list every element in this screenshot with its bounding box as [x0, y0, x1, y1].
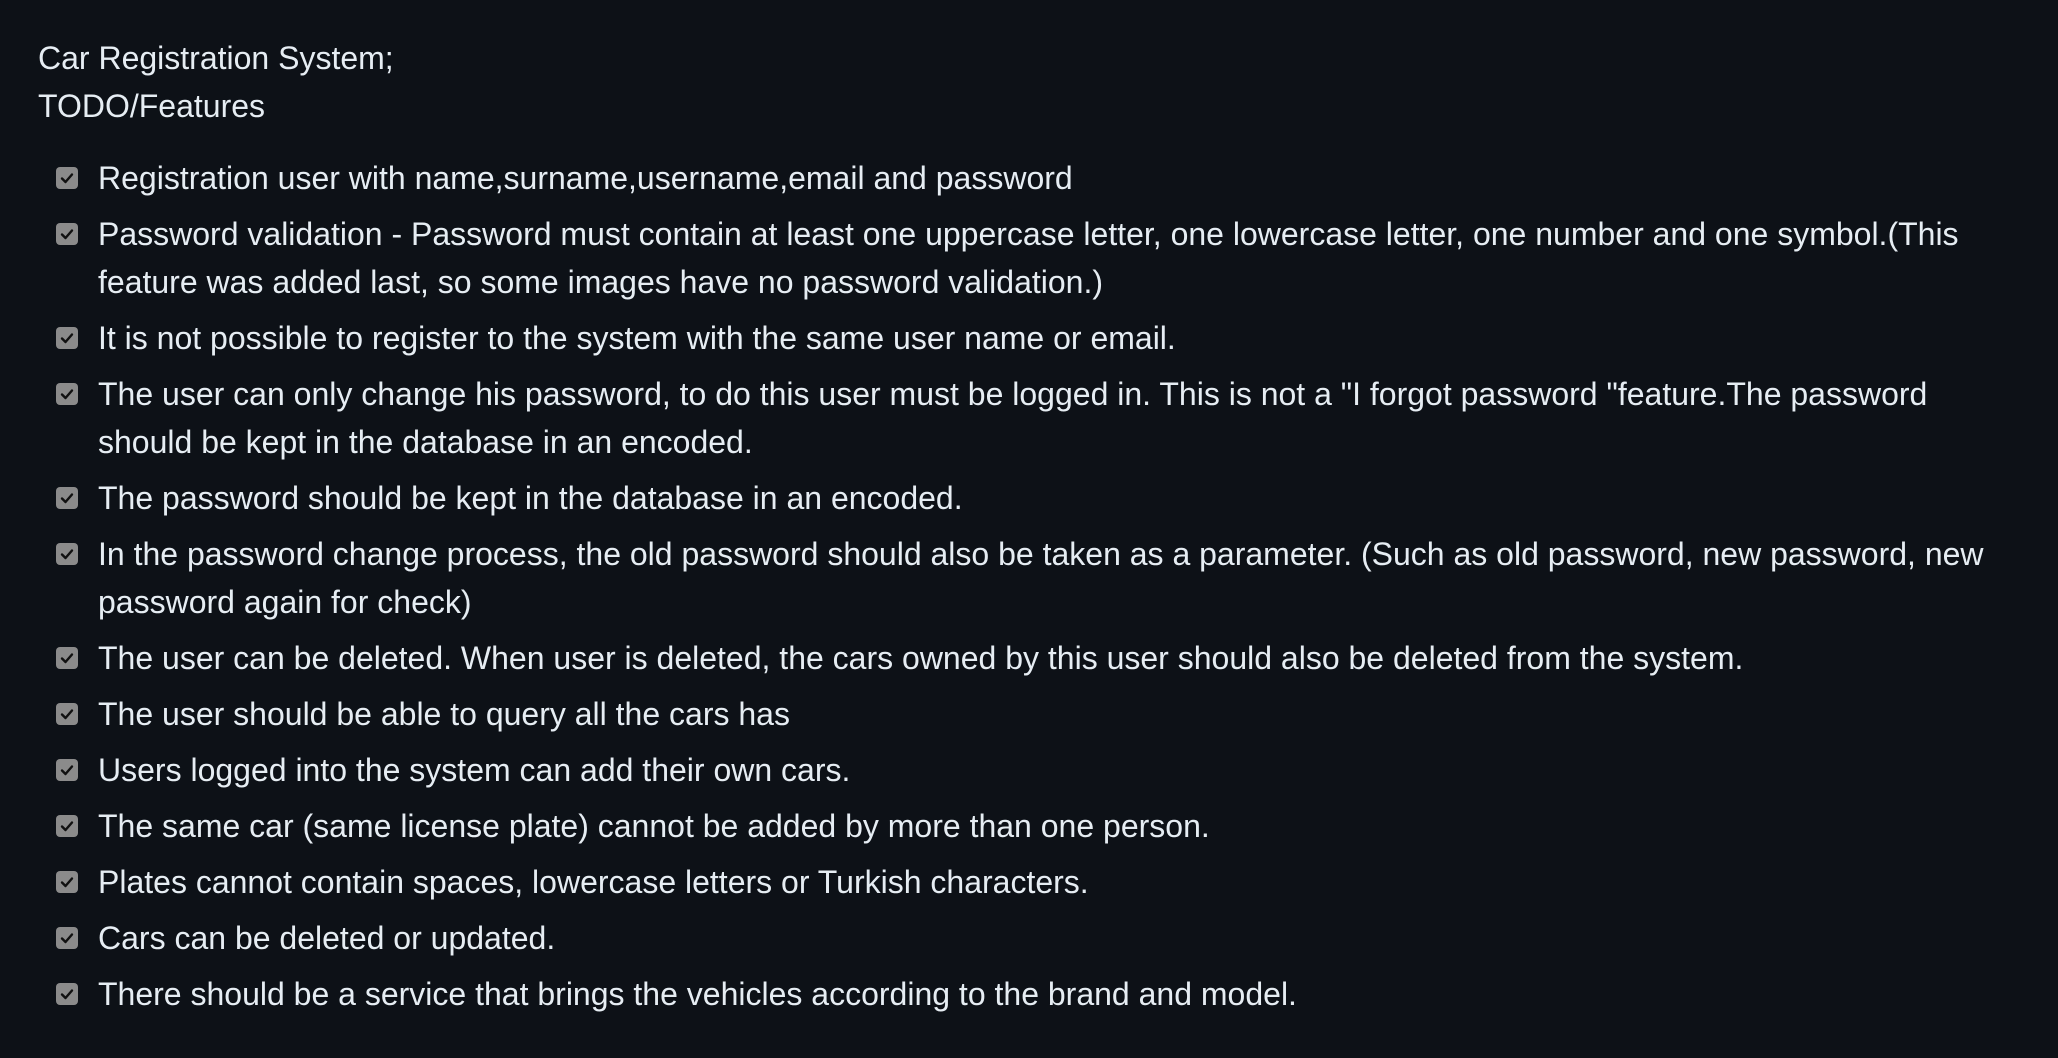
task-item: Users logged into the system can add the… — [38, 746, 2028, 794]
task-label: There should be a service that brings th… — [98, 976, 1297, 1012]
task-label: In the password change process, the old … — [98, 536, 1984, 620]
task-item: Plates cannot contain spaces, lowercase … — [38, 858, 2028, 906]
checkbox-checked[interactable] — [56, 383, 78, 405]
task-label: Password validation - Password must cont… — [98, 216, 1959, 300]
task-label: It is not possible to register to the sy… — [98, 320, 1176, 356]
task-label: The user can be deleted. When user is de… — [98, 640, 1744, 676]
task-label: The user should be able to query all the… — [98, 696, 790, 732]
checkbox-checked[interactable] — [56, 815, 78, 837]
readme-content: Car Registration System; TODO/Features R… — [38, 34, 2028, 1026]
task-item: There should be a service that brings th… — [38, 970, 2028, 1018]
checkbox-checked[interactable] — [56, 647, 78, 669]
checkbox-checked[interactable] — [56, 759, 78, 781]
readme-title: Car Registration System; — [38, 40, 394, 76]
task-label: The same car (same license plate) cannot… — [98, 808, 1210, 844]
task-label: Plates cannot contain spaces, lowercase … — [98, 864, 1089, 900]
task-item: Cars can be deleted or updated. — [38, 914, 2028, 962]
task-label: Cars can be deleted or updated. — [98, 920, 556, 956]
task-item: The user can only change his password, t… — [38, 370, 2028, 466]
task-item: The same car (same license plate) cannot… — [38, 802, 2028, 850]
task-label: Users logged into the system can add the… — [98, 752, 851, 788]
task-item: It is not possible to register to the sy… — [38, 314, 2028, 362]
checkbox-checked[interactable] — [56, 487, 78, 509]
checkbox-checked[interactable] — [56, 927, 78, 949]
task-label: Registration user with name,surname,user… — [98, 160, 1073, 196]
task-item: Registration user with name,surname,user… — [38, 154, 2028, 202]
task-item: The password should be kept in the datab… — [38, 474, 2028, 522]
checkbox-checked[interactable] — [56, 327, 78, 349]
task-item: In the password change process, the old … — [38, 530, 2028, 626]
checkbox-checked[interactable] — [56, 543, 78, 565]
readme-subtitle: TODO/Features — [38, 88, 266, 124]
checkbox-checked[interactable] — [56, 871, 78, 893]
checkbox-checked[interactable] — [56, 983, 78, 1005]
task-label: The user can only change his password, t… — [98, 376, 1928, 460]
task-item: The user should be able to query all the… — [38, 690, 2028, 738]
checkbox-checked[interactable] — [56, 167, 78, 189]
checkbox-checked[interactable] — [56, 703, 78, 725]
task-item: The user can be deleted. When user is de… — [38, 634, 2028, 682]
task-item: Password validation - Password must cont… — [38, 210, 2028, 306]
task-label: The password should be kept in the datab… — [98, 480, 963, 516]
checkbox-checked[interactable] — [56, 223, 78, 245]
task-list: Registration user with name,surname,user… — [38, 154, 2028, 1018]
